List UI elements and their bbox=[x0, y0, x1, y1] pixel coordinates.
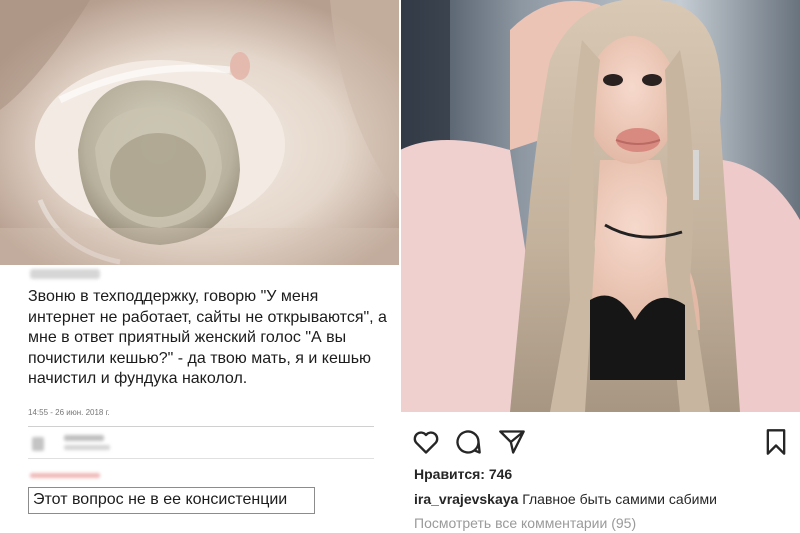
share-icon[interactable] bbox=[498, 428, 526, 456]
divider bbox=[28, 458, 374, 459]
tweet-card: Звоню в техподдержку, говорю "У меня инт… bbox=[0, 265, 400, 533]
blurred-reply-link bbox=[30, 473, 100, 478]
blurred-reply-handle bbox=[64, 445, 110, 450]
tweet-timestamp: 14:55 - 26 июн. 2018 г. bbox=[28, 408, 110, 417]
selfie-illustration bbox=[400, 0, 800, 412]
blurred-author-name bbox=[30, 269, 100, 279]
post-caption: ira_vrajevskaya Главное быть самими саби… bbox=[414, 491, 798, 507]
tweet-text: Звоню в техподдержку, говорю "У меня инт… bbox=[28, 288, 387, 387]
left-meme-panel: Звоню в техподдержку, говорю "У меня инт… bbox=[0, 0, 400, 533]
instagram-post: Нравится: 746 ira_vrajevskaya Главное бы… bbox=[400, 0, 800, 533]
blurred-reply-avatar bbox=[32, 437, 44, 451]
panel-divider bbox=[399, 0, 401, 533]
post-photo[interactable] bbox=[400, 0, 800, 412]
caption-username[interactable]: ira_vrajevskaya bbox=[414, 491, 518, 507]
bookmark-icon[interactable] bbox=[762, 428, 790, 456]
view-all-comments-link[interactable]: Посмотреть все комментарии (95) bbox=[414, 515, 636, 531]
toilet-bowl-illustration bbox=[0, 0, 400, 265]
toilet-bowl-photo bbox=[0, 0, 400, 265]
likes-count[interactable]: Нравится: 746 bbox=[414, 466, 512, 482]
comment-icon[interactable] bbox=[454, 428, 482, 456]
heart-icon[interactable] bbox=[412, 428, 440, 456]
post-actions-bar bbox=[400, 412, 800, 468]
caption-text: Главное быть самими сабими bbox=[522, 491, 717, 507]
blurred-reply-name bbox=[64, 435, 104, 441]
divider bbox=[28, 426, 374, 427]
reply-text-box: Этот вопрос не в ее консистенции bbox=[28, 487, 315, 514]
